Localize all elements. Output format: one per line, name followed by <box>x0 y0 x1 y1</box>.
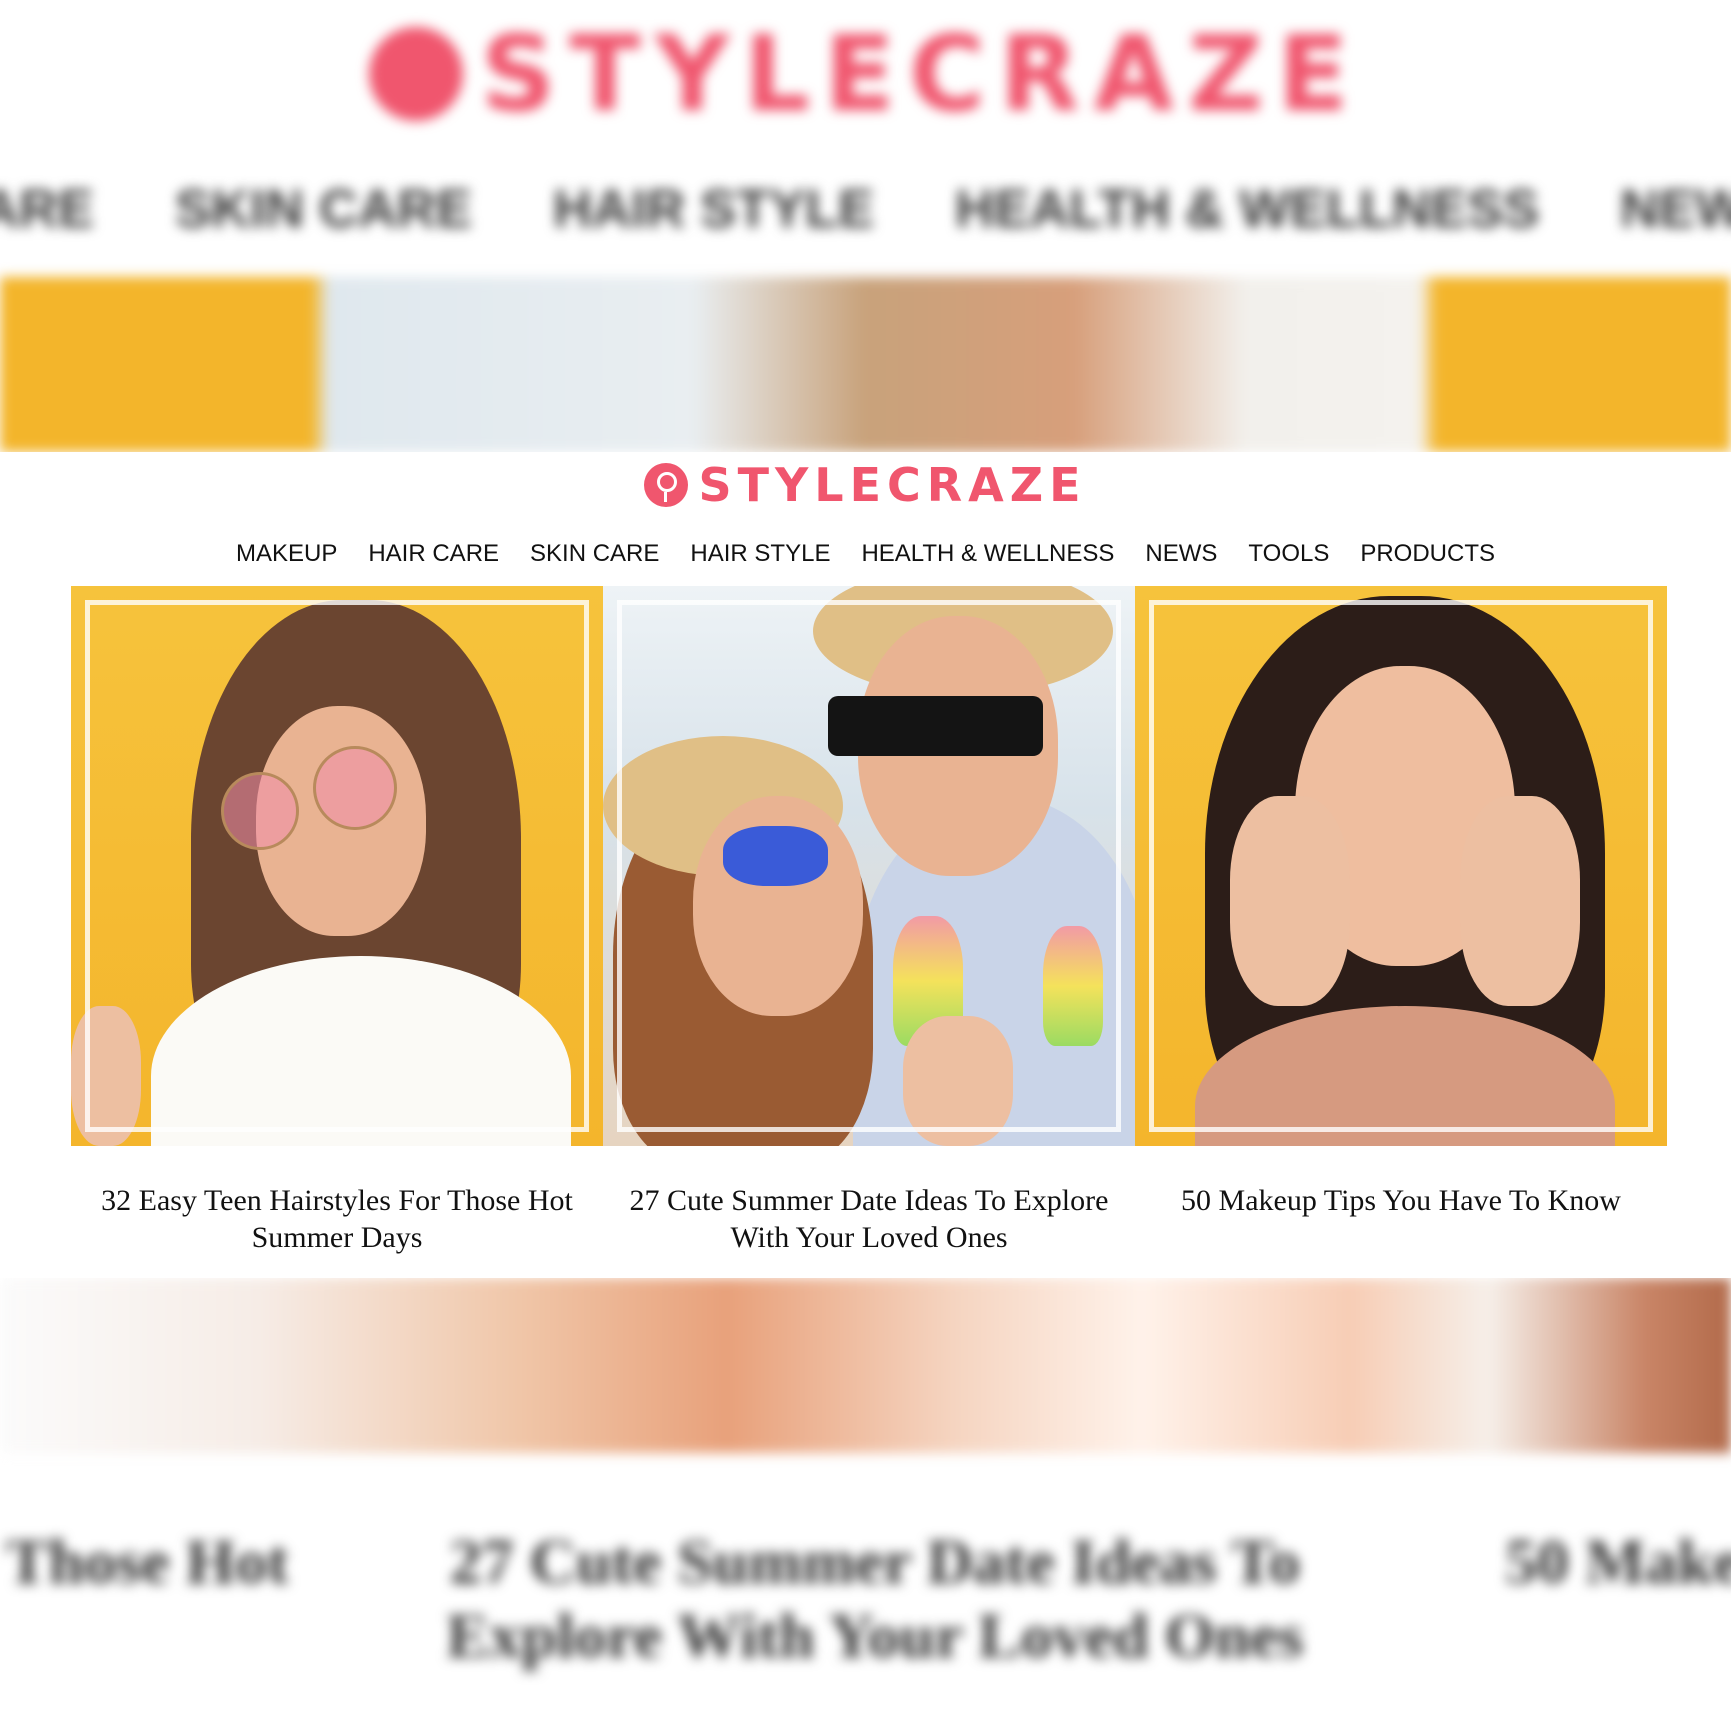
background-nav: ARE SKIN CARE HAIR STYLE HEALTH & WELLNE… <box>0 178 1731 240</box>
nav-item-makeup[interactable]: MAKEUP <box>236 540 337 568</box>
nav-item-products[interactable]: PRODUCTS <box>1360 540 1495 568</box>
article-grid: 32 Easy Teen Hairstyles For Those Hot Su… <box>71 586 1668 1276</box>
image-frame <box>85 600 589 1132</box>
nav-item-news[interactable]: NEWS <box>1145 540 1217 568</box>
background-nav-item: ARE <box>0 179 95 239</box>
image-frame <box>617 600 1121 1132</box>
nav-item-tools[interactable]: TOOLS <box>1248 540 1329 568</box>
background-nav-item: SKIN CARE <box>175 179 473 239</box>
article-card[interactable]: 50 Makeup Tips You Have To Know <box>1135 586 1667 1219</box>
site-logo[interactable]: STYLECRAZE <box>0 462 1731 508</box>
background-logo-icon <box>368 27 463 121</box>
nav-item-hair-care[interactable]: HAIR CARE <box>368 540 499 568</box>
article-thumbnail[interactable] <box>71 586 603 1146</box>
background-logo-text: STYLECRAZE <box>480 13 1363 135</box>
article-title[interactable]: 50 Makeup Tips You Have To Know <box>1135 1182 1667 1219</box>
main-panel: STYLECRAZE MAKEUP HAIR CARE SKIN CARE HA… <box>0 452 1731 1278</box>
nav-item-skin-care[interactable]: SKIN CARE <box>530 540 659 568</box>
nav-item-health-wellness[interactable]: HEALTH & WELLNESS <box>861 540 1114 568</box>
background-logo: STYLECRAZE <box>0 22 1731 126</box>
background-title-right: 50 Make <box>1505 1526 1731 1597</box>
image-frame <box>1149 600 1653 1132</box>
article-title[interactable]: 32 Easy Teen Hairstyles For Those Hot Su… <box>71 1182 603 1256</box>
main-nav: MAKEUP HAIR CARE SKIN CARE HAIR STYLE HE… <box>0 540 1731 568</box>
article-thumbnail[interactable] <box>603 586 1135 1146</box>
logo-text: STYLECRAZE <box>698 458 1087 512</box>
nav-item-hair-style[interactable]: HAIR STYLE <box>690 540 830 568</box>
background-nav-item: NEWS <box>1620 179 1731 239</box>
background-image-band-bottom <box>0 1278 1731 1453</box>
stylecraze-logo-icon <box>644 463 689 507</box>
article-title[interactable]: 27 Cute Summer Date Ideas To Explore Wit… <box>603 1182 1135 1256</box>
background-title-left: Those Hot <box>6 1526 289 1597</box>
background-nav-item: HEALTH & WELLNESS <box>955 179 1540 239</box>
background-image-band-top <box>0 277 1731 452</box>
background-nav-item: HAIR STYLE <box>553 179 875 239</box>
article-card[interactable]: 27 Cute Summer Date Ideas To Explore Wit… <box>603 586 1135 1256</box>
article-card[interactable]: 32 Easy Teen Hairstyles For Those Hot Su… <box>71 586 603 1256</box>
article-thumbnail[interactable] <box>1135 586 1667 1146</box>
background-title-center: 27 Cute Summer Date Ideas To Explore Wit… <box>446 1526 1304 1671</box>
